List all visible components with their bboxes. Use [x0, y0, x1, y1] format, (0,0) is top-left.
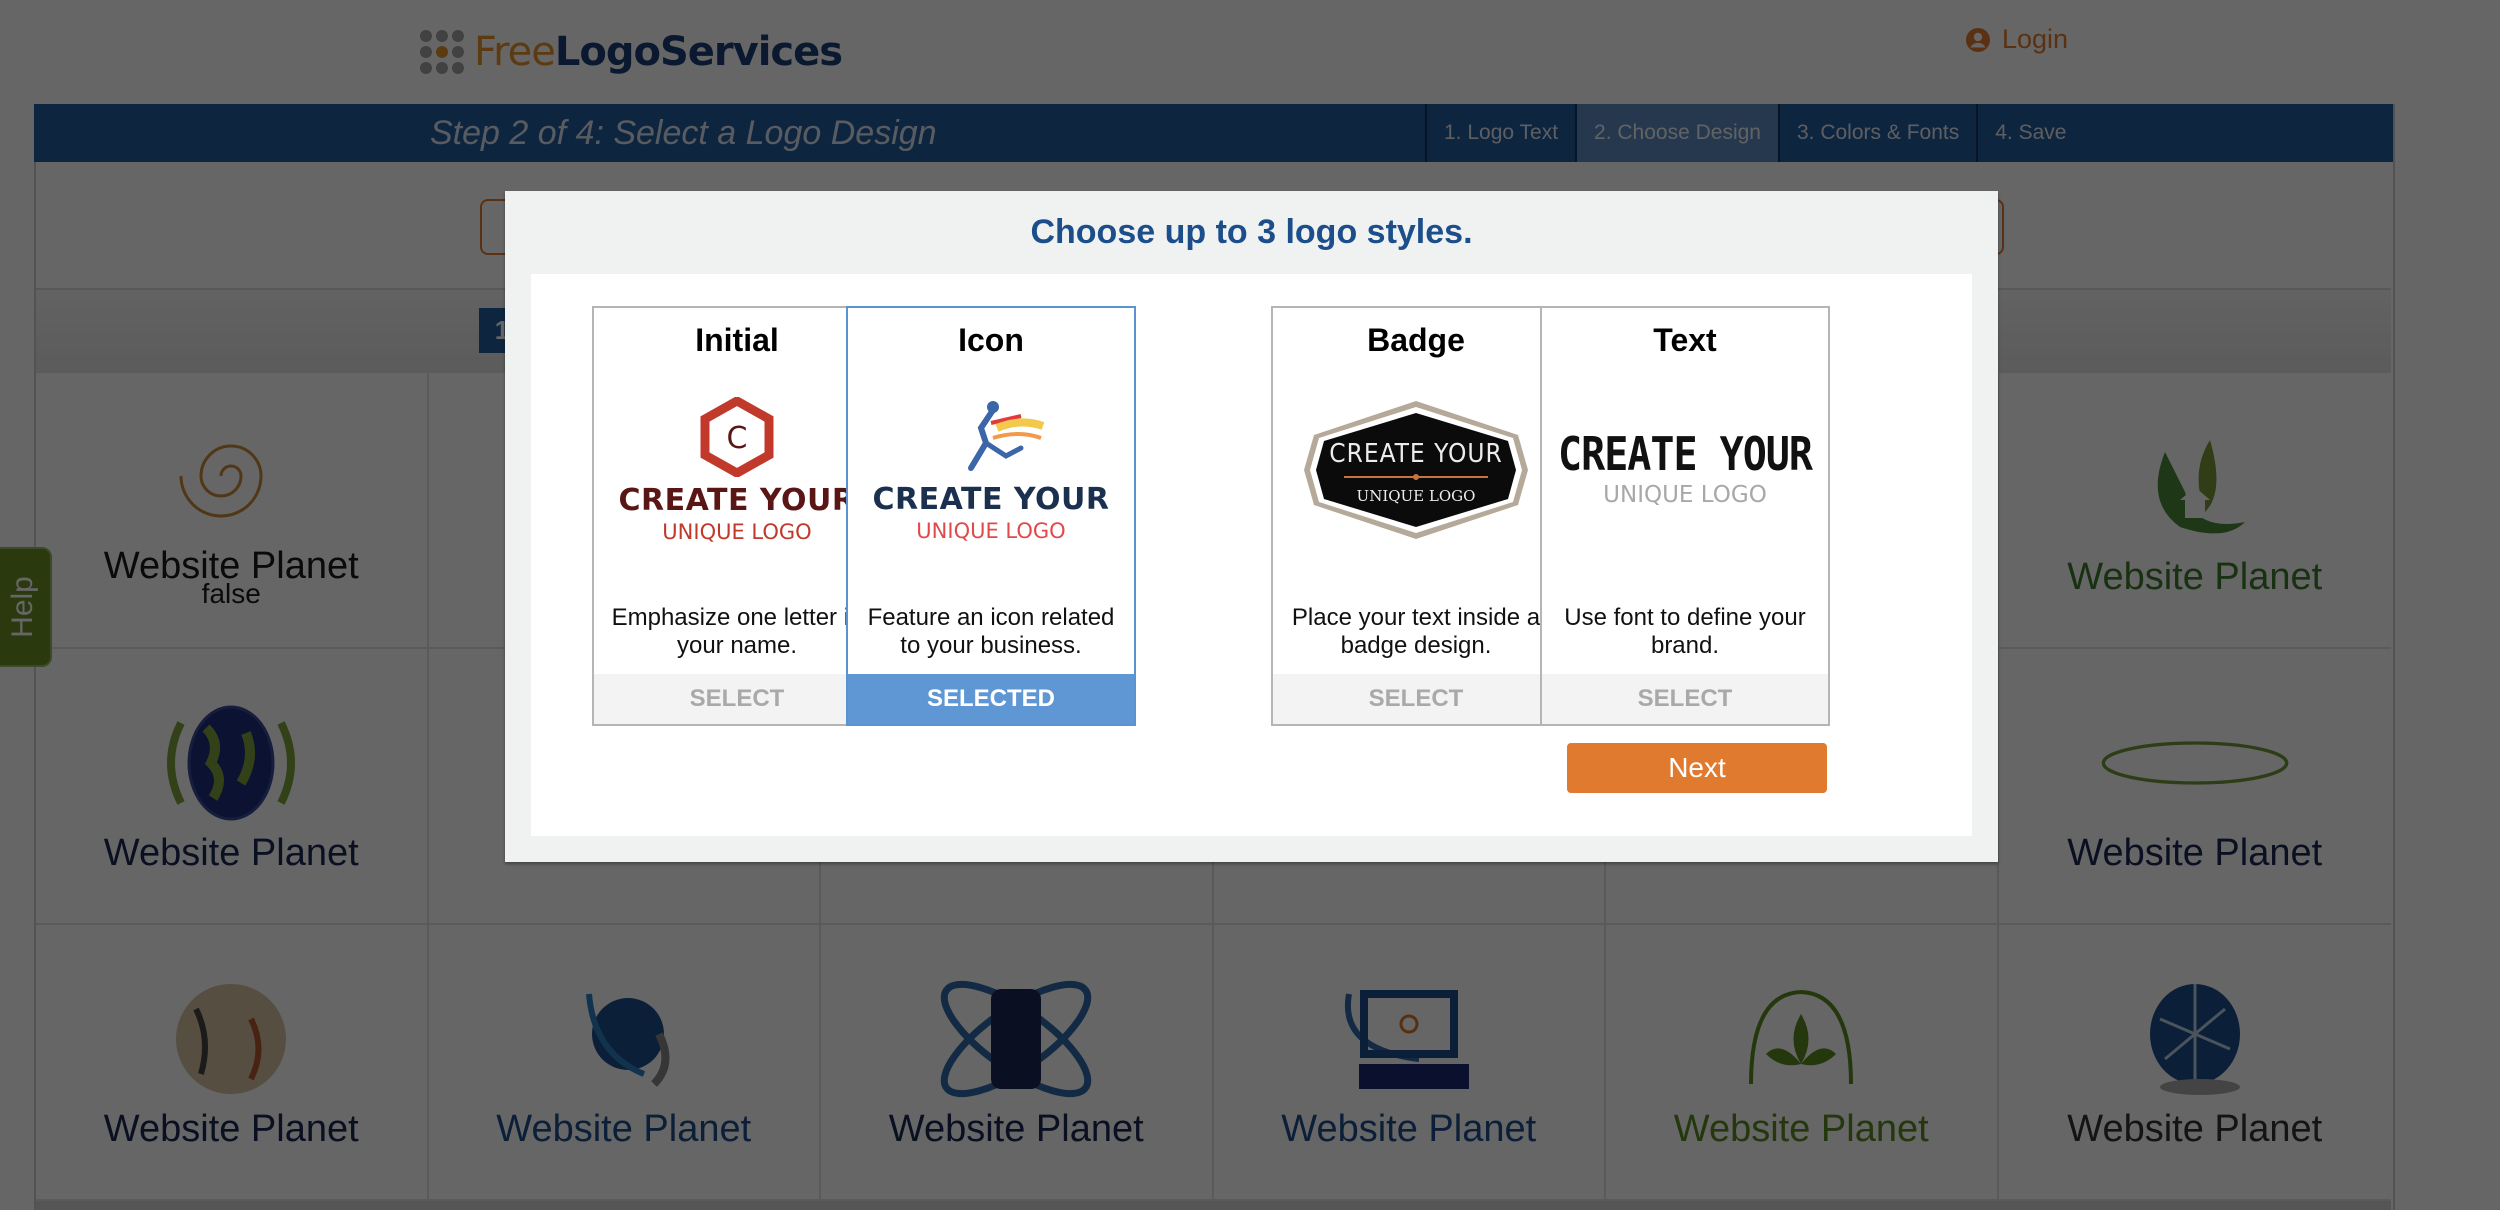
- preview-line2: UNIQUE LOGO: [1603, 482, 1767, 508]
- modal-title: Choose up to 3 logo styles.: [1030, 213, 1473, 251]
- next-button[interactable]: Next: [1567, 743, 1827, 793]
- card-description: Use font to define your brand.: [1564, 604, 1806, 659]
- modal-body: Initial C CREATE YOUR UNIQUE LOGO Emphas…: [531, 274, 1972, 836]
- card-description: Place your text inside a badge design.: [1291, 604, 1541, 659]
- card-description: Feature an icon related to your business…: [867, 604, 1115, 659]
- preview-line1: CREATE YOUR: [1329, 439, 1503, 469]
- runner-icon: [968, 400, 1045, 471]
- select-button[interactable]: SELECT: [594, 674, 880, 724]
- badge-shape-icon: CREATE YOUR UNIQUE LOGO: [1296, 395, 1536, 545]
- style-card-initial[interactable]: Initial C CREATE YOUR UNIQUE LOGO Emphas…: [592, 306, 882, 726]
- preview-line2: UNIQUE LOGO: [916, 518, 1066, 543]
- selected-button[interactable]: SELECTED: [848, 674, 1134, 724]
- hexagon-letter-icon: C: [700, 396, 774, 477]
- icon-preview: CREATE YOUR UNIQUE LOGO: [848, 380, 1134, 560]
- preview-line2: UNIQUE LOGO: [662, 519, 812, 544]
- text-preview: CREATE YOUR UNIQUE LOGO: [1542, 380, 1828, 560]
- initial-preview: C CREATE YOUR UNIQUE LOGO: [594, 380, 880, 560]
- card-title: Initial: [695, 322, 779, 358]
- card-title: Text: [1653, 322, 1717, 358]
- card-title: Badge: [1367, 322, 1465, 358]
- preview-line2: UNIQUE LOGO: [1356, 487, 1476, 505]
- badge-preview: CREATE YOUR UNIQUE LOGO: [1273, 380, 1559, 560]
- style-card-text[interactable]: Text CREATE YOUR UNIQUE LOGO Use font to…: [1540, 306, 1830, 726]
- svg-text:C: C: [727, 421, 748, 456]
- preview-line1: CREATE YOUR: [618, 482, 856, 518]
- style-card-badge[interactable]: Badge CREATE YOUR UNIQUE LOGO Place your…: [1271, 306, 1561, 726]
- select-button[interactable]: SELECT: [1542, 674, 1828, 724]
- preview-line1: CREATE YOUR: [1558, 428, 1813, 482]
- card-description: Emphasize one letter in your name.: [611, 604, 863, 659]
- preview-line1: CREATE YOUR: [872, 481, 1110, 517]
- style-card-icon[interactable]: Icon CREATE YOUR UNIQUE LOGO Feature an …: [846, 306, 1136, 726]
- logo-style-modal: Choose up to 3 logo styles. Initial C CR…: [505, 191, 1998, 862]
- card-title: Icon: [958, 322, 1024, 358]
- select-button[interactable]: SELECT: [1273, 674, 1559, 724]
